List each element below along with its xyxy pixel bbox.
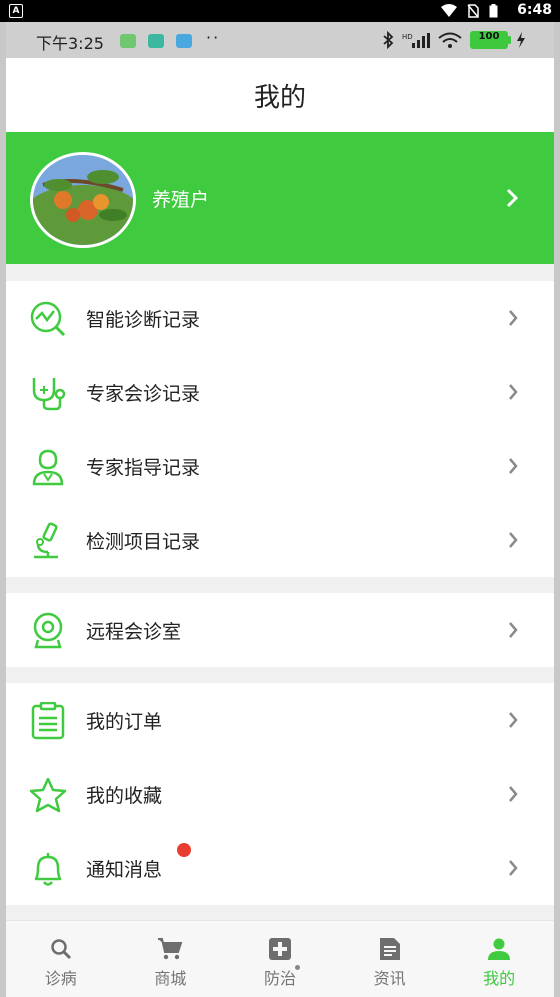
battery-indicator: 100 — [470, 31, 511, 49]
chevron-right-icon — [509, 622, 518, 638]
tab-news[interactable]: 资讯 — [335, 921, 445, 997]
chevron-right-icon — [509, 712, 518, 728]
tab-label: 诊病 — [44, 969, 77, 988]
bell-icon — [34, 853, 62, 886]
account-menu-group: 我的订单 我的收藏 通知消息 — [6, 683, 554, 905]
diagnosis-chart-icon — [30, 301, 66, 337]
menu-item-label: 专家会诊记录 — [86, 383, 201, 405]
tab-label: 我的 — [483, 969, 516, 988]
clipboard-icon — [31, 702, 65, 740]
chevron-right-icon — [509, 310, 518, 326]
cart-icon — [158, 938, 183, 960]
star-icon — [29, 777, 67, 813]
bottom-navigation: 诊病 商城 防治 资讯 我的 — [6, 920, 554, 997]
notification-app-icon — [120, 34, 136, 48]
menu-item-favorites[interactable]: 我的收藏 — [6, 757, 554, 831]
svg-text:HD: HD — [402, 33, 413, 41]
more-notifications: ·· — [206, 28, 221, 47]
medical-plus-icon — [268, 938, 291, 960]
inner-status-icons: HD 100 — [382, 31, 526, 49]
person-icon — [488, 938, 511, 960]
menu-item-label: 我的收藏 — [86, 785, 163, 807]
system-clock: 6:48 — [517, 2, 552, 18]
stethoscope-icon — [32, 378, 66, 411]
search-icon — [51, 939, 71, 960]
doctor-icon — [32, 449, 64, 486]
menu-item-lab-testing[interactable]: 检测项目记录 — [6, 503, 554, 577]
tab-label: 资讯 — [373, 969, 406, 988]
tab-diagnose[interactable]: 诊病 — [6, 921, 116, 997]
chevron-right-icon — [509, 786, 518, 802]
profile-name: 养殖户 — [152, 189, 210, 211]
page-title: 我的 — [6, 58, 554, 132]
menu-item-my-orders[interactable]: 我的订单 — [6, 683, 554, 757]
article-icon — [379, 938, 400, 960]
inner-clock: 下午3:25 — [36, 34, 104, 53]
wifi-icon — [441, 4, 457, 17]
notification-cloud-icon — [176, 34, 192, 48]
remote-menu-group: 远程会诊室 — [6, 593, 554, 667]
chevron-right-icon — [509, 860, 518, 876]
menu-item-label: 我的订单 — [86, 711, 163, 733]
avatar[interactable] — [30, 152, 136, 248]
menu-item-label: 通知消息 — [86, 859, 163, 881]
no-sim-icon — [467, 4, 479, 18]
system-status-icons — [441, 4, 498, 18]
tab-prevention[interactable]: 防治 — [225, 921, 335, 997]
signal-icon: HD — [402, 33, 430, 48]
records-menu-group: 智能诊断记录 专家会诊记录 专家指导记录 检测项目记录 — [6, 281, 554, 577]
peach-avatar-image — [33, 155, 133, 245]
tab-label: 商城 — [154, 969, 187, 988]
battery-level: 100 — [478, 31, 500, 42]
menu-item-smart-diagnosis[interactable]: 智能诊断记录 — [6, 281, 554, 355]
webcam-icon — [33, 612, 63, 649]
profile-banner[interactable]: 养殖户 — [6, 132, 554, 264]
chevron-right-icon — [509, 458, 518, 474]
microscope-icon — [34, 522, 58, 559]
launcher-badge: A — [9, 4, 23, 18]
menu-item-expert-consultation[interactable]: 专家会诊记录 — [6, 355, 554, 429]
device-frame: 下午3:25 ·· HD 100 我的 养殖户 智能诊断记录 专家会诊记录 专家… — [0, 22, 560, 997]
battery-icon — [489, 4, 498, 18]
bluetooth-icon — [383, 31, 394, 49]
tab-mine[interactable]: 我的 — [444, 921, 554, 997]
menu-item-expert-guidance[interactable]: 专家指导记录 — [6, 429, 554, 503]
unread-badge — [177, 843, 191, 857]
tab-label: 防治 — [263, 969, 296, 988]
menu-item-label: 远程会诊室 — [86, 621, 182, 643]
charging-icon — [517, 32, 525, 48]
inner-status-bar: 下午3:25 ·· HD 100 — [6, 22, 554, 58]
chevron-right-icon — [509, 384, 518, 400]
tab-mall[interactable]: 商城 — [116, 921, 226, 997]
menu-item-notifications[interactable]: 通知消息 — [6, 831, 554, 905]
menu-item-label: 检测项目记录 — [86, 531, 201, 553]
menu-item-label: 智能诊断记录 — [86, 309, 201, 331]
notification-shield-icon — [148, 34, 164, 48]
system-status-bar: A 6:48 — [0, 0, 560, 22]
wifi-signal-icon — [438, 32, 462, 48]
menu-item-remote-room[interactable]: 远程会诊室 — [6, 593, 554, 667]
app-screen: 下午3:25 ·· HD 100 我的 养殖户 智能诊断记录 专家会诊记录 专家… — [6, 22, 554, 997]
chevron-right-icon — [506, 188, 518, 208]
chevron-right-icon — [509, 532, 518, 548]
menu-item-label: 专家指导记录 — [86, 457, 201, 479]
